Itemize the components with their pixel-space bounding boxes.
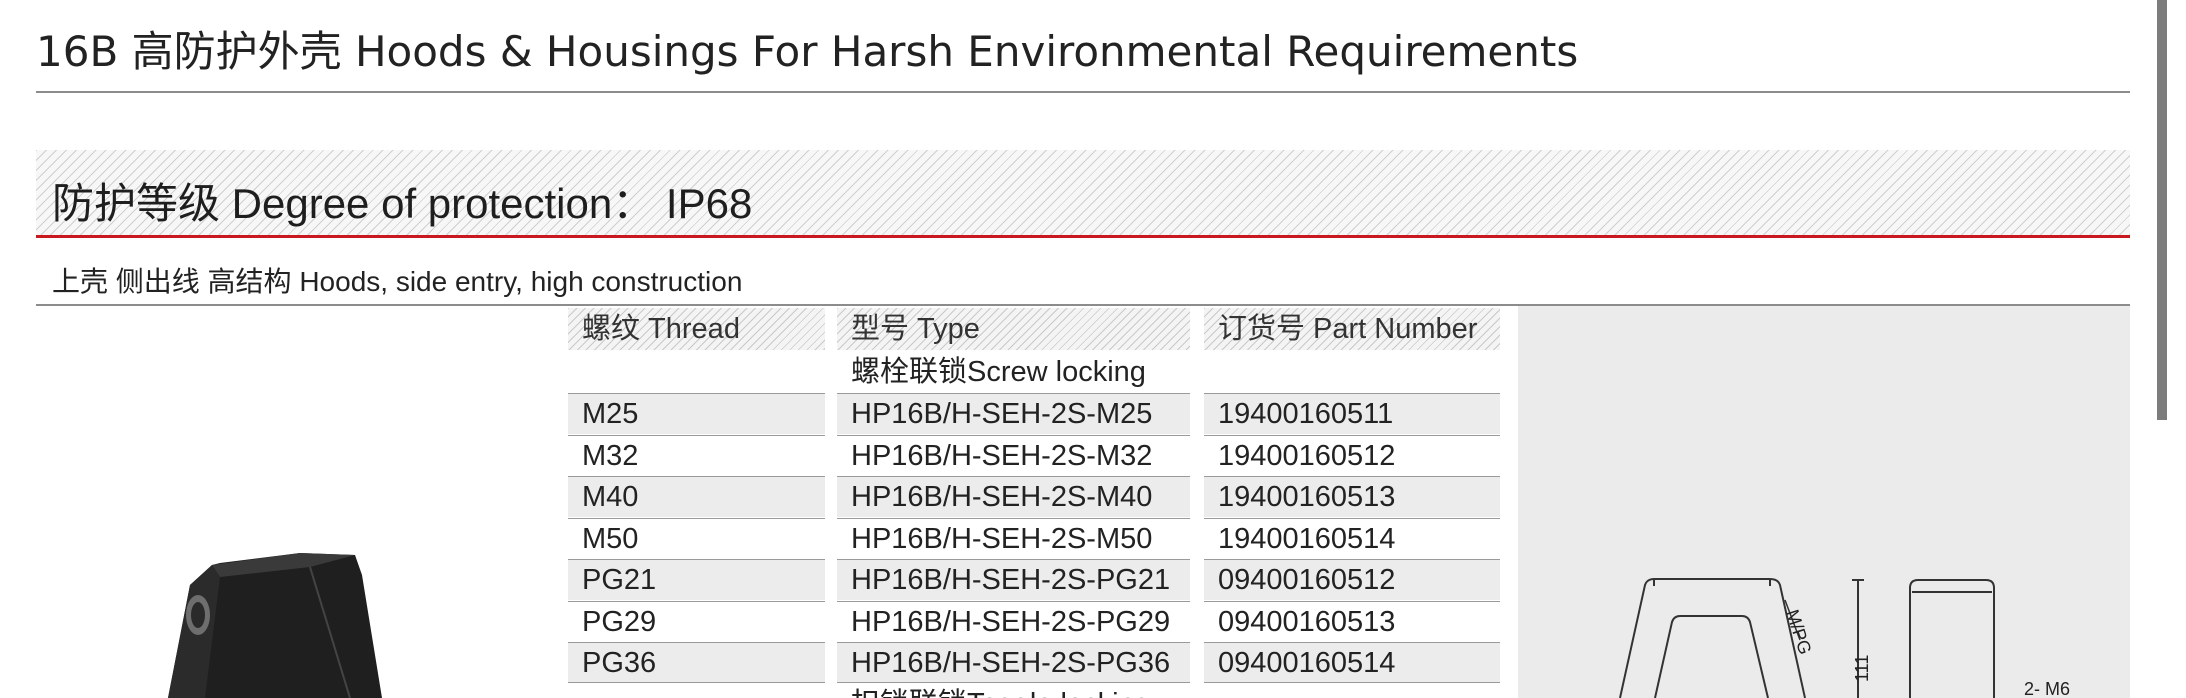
cell-thread: M25 bbox=[568, 393, 825, 434]
cell-part-number: 19400160514 bbox=[1204, 517, 1500, 559]
scrollbar[interactable] bbox=[2157, 0, 2167, 420]
cell-type: HP16B/H-SEH-2S-M32 bbox=[837, 434, 1190, 476]
title-divider bbox=[36, 91, 2130, 93]
cell-part-number: 09400160513 bbox=[1204, 600, 1500, 642]
cell-type: HP16B/H-SEH-2S-PG36 bbox=[837, 642, 1190, 683]
cell-thread: M32 bbox=[568, 434, 825, 476]
cell-part-number: 09400160512 bbox=[1204, 559, 1500, 600]
cell-part-number: 19400160513 bbox=[1204, 476, 1500, 517]
column-header-part-number: 订货号 Part Number bbox=[1204, 308, 1500, 350]
protection-heading: 防护等级 Degree of protection： IP68 bbox=[52, 180, 753, 227]
protection-band: 防护等级 Degree of protection： IP68 bbox=[36, 150, 2130, 238]
cell-thread: M40 bbox=[568, 476, 825, 517]
cell-type: HP16B/H-SEH-2S-M25 bbox=[837, 393, 1190, 434]
cell-type: HP16B/H-SEH-2S-PG21 bbox=[837, 559, 1190, 600]
cell-thread: M50 bbox=[568, 517, 825, 559]
cell-part-number: 09400160514 bbox=[1204, 642, 1500, 683]
group-label-screw-locking: 螺栓联锁Screw locking bbox=[851, 356, 1146, 388]
section-subtitle: 上壳 侧出线 高结构 Hoods, side entry, high const… bbox=[52, 266, 743, 297]
column-header-thread: 螺纹 Thread bbox=[568, 308, 825, 350]
cell-type: HP16B/H-SEH-2S-M40 bbox=[837, 476, 1190, 517]
cell-thread: PG21 bbox=[568, 559, 825, 600]
thread-dimension-label: M/PG bbox=[1782, 607, 1815, 657]
group-label-toggle-locking: 扣锁联锁Toggle locking bbox=[837, 684, 1190, 698]
cell-part-number: 19400160511 bbox=[1204, 393, 1500, 434]
cell-thread: PG29 bbox=[568, 600, 825, 642]
cell-thread: PG36 bbox=[568, 642, 825, 683]
cell-part-number: 19400160512 bbox=[1204, 434, 1500, 476]
cell-type: HP16B/H-SEH-2S-M50 bbox=[837, 517, 1190, 559]
cell-type: HP16B/H-SEH-2S-PG29 bbox=[837, 600, 1190, 642]
column-header-type: 型号 Type bbox=[837, 308, 1190, 350]
page-title: 16B 高防护外壳 Hoods & Housings For Harsh Env… bbox=[36, 27, 1579, 76]
product-photo bbox=[168, 553, 382, 698]
screw-dimension-label: 2- M6 bbox=[2024, 679, 2070, 698]
technical-drawing: M/PG 111 2- M6 bbox=[1619, 578, 2070, 698]
height-dimension-label: 111 bbox=[1852, 655, 1872, 682]
